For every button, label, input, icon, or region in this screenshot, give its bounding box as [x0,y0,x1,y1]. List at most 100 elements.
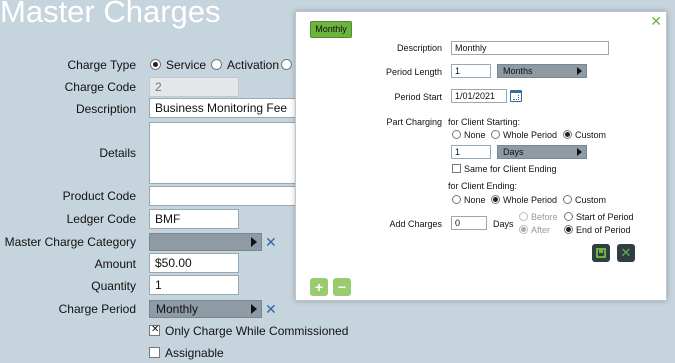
cancel-button[interactable]: ✕ [617,244,635,262]
radio-unselected-icon [519,212,528,221]
charge-period-value: Monthly [156,302,199,316]
radio-selected-icon [519,225,528,234]
start-of-period-radio[interactable]: Start of Period [564,212,634,222]
charge-type-service-radio[interactable]: Service [150,58,206,72]
radio-unselected-icon [281,59,292,70]
same-for-ending-label: Same for Client Ending [464,164,557,174]
plus-icon: + [314,279,324,295]
radio-selected-icon [491,195,500,204]
save-icon [596,248,606,258]
only-commissioned-label: Only Charge While Commissioned [165,324,349,338]
custom-unit-select[interactable]: Days [497,145,587,159]
charge-type-activation-radio[interactable]: Activation [211,58,279,72]
amount-label: Amount [94,257,136,271]
radio-unselected-icon [564,212,573,221]
ledger-code-field[interactable]: BMF [149,209,239,229]
add-charges-label: Add Charges [389,219,442,229]
charge-code-field[interactable]: 2 [149,77,239,97]
add-period-button[interactable]: + [310,278,328,296]
checkbox-unchecked-icon [452,164,461,173]
remove-period-button[interactable]: − [333,278,351,296]
client-ending-label: for Client Ending: [448,181,518,191]
description-field[interactable]: Business Monitoring Fee [149,98,299,118]
details-textarea[interactable] [149,122,299,184]
dropdown-arrow-icon [251,304,257,314]
end-of-period-label: End of Period [576,225,631,235]
cancel-icon: ✕ [620,245,632,260]
clear-category-icon[interactable]: ✕ [265,235,277,249]
checkbox-unchecked-icon [149,347,160,358]
amount-field[interactable]: $50.00 [149,253,239,273]
starting-whole-period-radio[interactable]: Whole Period [491,130,557,140]
dropdown-arrow-icon [577,67,582,75]
period-start-label: Period Start [394,92,442,102]
save-button[interactable] [592,244,610,262]
radio-selected-icon [150,59,161,70]
starting-none-radio[interactable]: None [452,130,486,140]
calendar-icon[interactable] [510,90,522,102]
master-charge-category-label: Master Charge Category [4,235,136,249]
period-length-field[interactable]: 1 [451,64,491,78]
only-commissioned-checkbox[interactable]: Only Charge While Commissioned [149,324,348,338]
radio-selected-icon [564,225,573,234]
details-label: Details [99,146,136,160]
modal-description-label: Description [396,43,442,53]
close-icon[interactable]: ✕ [650,13,662,30]
charge-period-select[interactable]: Monthly [149,300,262,318]
quantity-label: Quantity [91,279,136,293]
page-title: Master Charges [0,0,221,29]
radio-unselected-icon [491,130,500,139]
starting-none-label: None [464,130,486,140]
ending-custom-radio[interactable]: Custom [563,195,606,205]
period-start-field[interactable]: 1/01/2021 [451,89,507,103]
charge-type-label: Charge Type [67,58,137,72]
radio-selected-icon [563,130,572,139]
add-before-label: Before [531,212,558,222]
minus-icon: − [337,279,347,295]
end-of-period-radio[interactable]: End of Period [564,225,631,235]
clear-charge-period-icon[interactable]: ✕ [265,302,277,316]
custom-days-field[interactable]: 1 [451,145,491,159]
radio-unselected-icon [452,130,461,139]
period-length-unit-value: Months [503,66,533,76]
charge-type-activation-label: Activation [227,58,280,72]
ending-none-label: None [464,195,486,205]
starting-custom-radio[interactable]: Custom [563,130,606,140]
radio-unselected-icon [211,59,222,70]
add-after-radio[interactable]: After [519,225,550,235]
product-code-field[interactable] [149,186,299,206]
add-before-radio[interactable]: Before [519,212,558,222]
modal-description-field[interactable]: Monthly [451,41,609,55]
dropdown-arrow-icon [577,148,582,156]
checkbox-checked-icon [149,324,160,336]
add-charges-days-field[interactable]: 0 [451,216,487,230]
client-starting-label: for Client Starting: [448,117,521,127]
charge-period-modal: Monthly ✕ Description Monthly Period Len… [295,11,667,301]
master-charge-category-select[interactable] [149,233,262,251]
product-code-label: Product Code [62,189,136,203]
quantity-field[interactable]: 1 [149,275,239,295]
tab-monthly[interactable]: Monthly [310,21,352,38]
add-charges-unit: Days [493,219,514,229]
starting-whole-period-label: Whole Period [503,130,558,140]
ending-whole-period-label: Whole Period [503,195,558,205]
assignable-checkbox[interactable]: Assignable [149,346,224,360]
radio-unselected-icon [563,195,572,204]
period-length-label: Period Length [385,67,442,77]
dropdown-arrow-icon [251,237,257,247]
description-label: Description [75,102,136,116]
charge-code-label: Charge Code [64,80,136,94]
starting-custom-label: Custom [575,130,607,140]
ending-custom-label: Custom [575,195,607,205]
assignable-label: Assignable [165,346,224,360]
part-charging-label: Part Charging [386,117,442,127]
charge-period-label: Charge Period [58,302,136,316]
same-for-ending-checkbox[interactable]: Same for Client Ending [452,164,557,174]
add-after-label: After [531,225,551,235]
custom-unit-value: Days [503,147,524,157]
radio-unselected-icon [452,195,461,204]
ending-none-radio[interactable]: None [452,195,486,205]
ending-whole-period-radio[interactable]: Whole Period [491,195,557,205]
charge-type-service-label: Service [166,58,207,72]
period-length-unit-select[interactable]: Months [497,64,587,78]
